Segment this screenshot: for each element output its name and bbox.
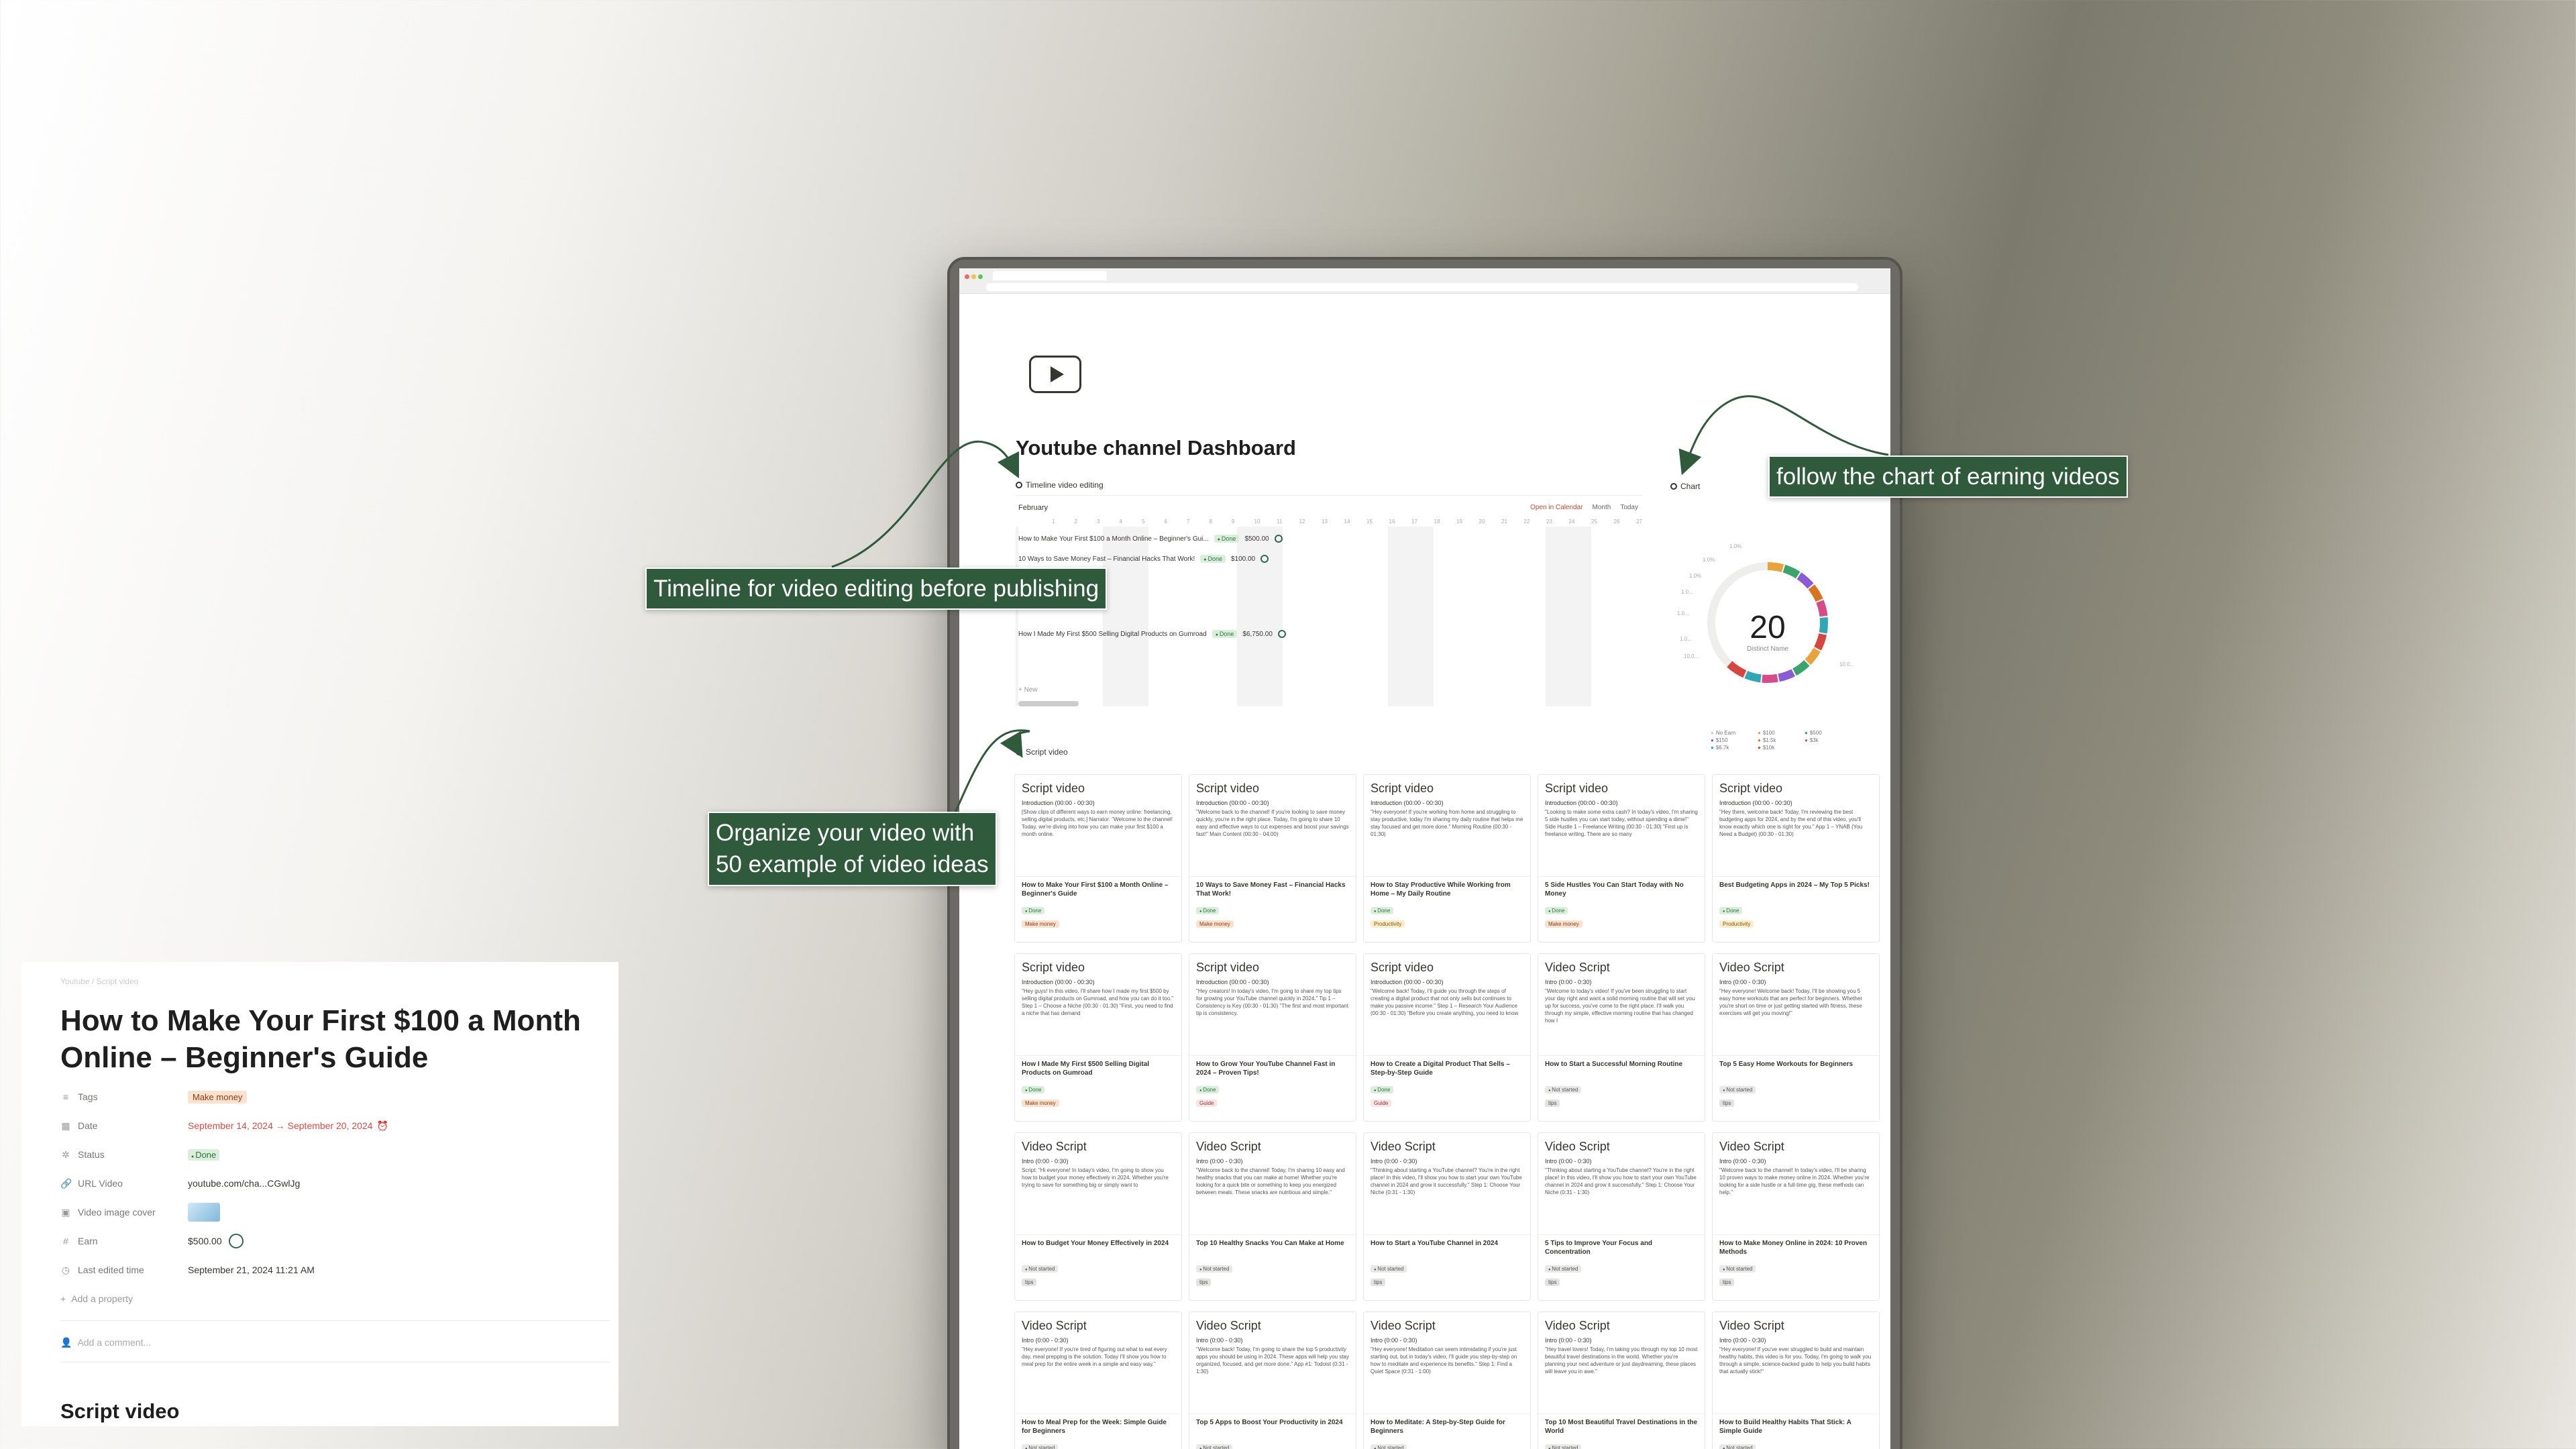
tag-chip[interactable]: Make money [188, 1090, 248, 1104]
calendar-icon: ▦ [61, 1120, 70, 1131]
timeline-callout: Timeline for video editing before publis… [645, 568, 1108, 610]
timeline-arrow [831, 440, 1020, 568]
breadcrumb[interactable]: Youtube / Script video [60, 977, 138, 986]
organize-callout-line2: 50 example of video ideas [716, 851, 989, 878]
last-edited-value: September 21, 2024 11:21 AM [188, 1265, 315, 1275]
status-property[interactable]: ✲StatusDone [60, 1144, 220, 1165]
link-icon: 🔗 [60, 1177, 72, 1189]
alarm-icon: ⏰ [376, 1120, 388, 1131]
earn-property[interactable]: # Earn $500.00 [60, 1231, 244, 1251]
clock-icon: ◷ [61, 1264, 70, 1275]
image-icon: ▣ [61, 1206, 70, 1218]
progress-ring-icon [228, 1234, 244, 1248]
tags-property[interactable]: ≡ Tags Make money [60, 1087, 248, 1107]
last-edited-property: ◷ Last edited time September 21, 2024 11:2… [61, 1264, 315, 1276]
status-icon: ✲ [62, 1148, 70, 1160]
detail-page: Youtube / Script video How to Make Your … [21, 962, 619, 1426]
divider [60, 1320, 610, 1321]
organize-callout: Organize your video with 50 example of v… [708, 812, 997, 886]
url-value[interactable]: youtube.com/cha...CGwlJg [188, 1178, 300, 1189]
organize-callout-line1: Organize your video with [716, 820, 975, 846]
avatar: 👤 [60, 1336, 72, 1348]
date-value[interactable]: September 14, 2024 → September 20, 2024 [188, 1120, 373, 1131]
script-arrow [951, 729, 1030, 819]
add-property-button[interactable]: + Add a property [60, 1289, 133, 1309]
status-badge[interactable]: Done [188, 1148, 220, 1161]
plus-icon: + [60, 1293, 66, 1304]
detail-title[interactable]: How to Make Your First $100 a Month Onli… [60, 1002, 584, 1076]
add-comment-input[interactable]: 👤 Add a comment... [60, 1332, 151, 1352]
list-icon: ≡ [62, 1091, 69, 1102]
number-icon: # [63, 1236, 68, 1246]
cover-thumbnail[interactable] [188, 1203, 220, 1222]
date-property[interactable]: ▦ Date September 14, 2024 → September 20, … [60, 1116, 388, 1136]
script-heading: Script video [60, 1399, 180, 1423]
earn-value[interactable]: $500.00 [188, 1236, 222, 1246]
cover-property[interactable]: ▣ Video image cover [60, 1202, 220, 1222]
chart-callout: follow the chart of earning videos [1768, 455, 2128, 498]
url-property[interactable]: 🔗 URL Video youtube.com/cha...CGwlJg [60, 1173, 300, 1193]
